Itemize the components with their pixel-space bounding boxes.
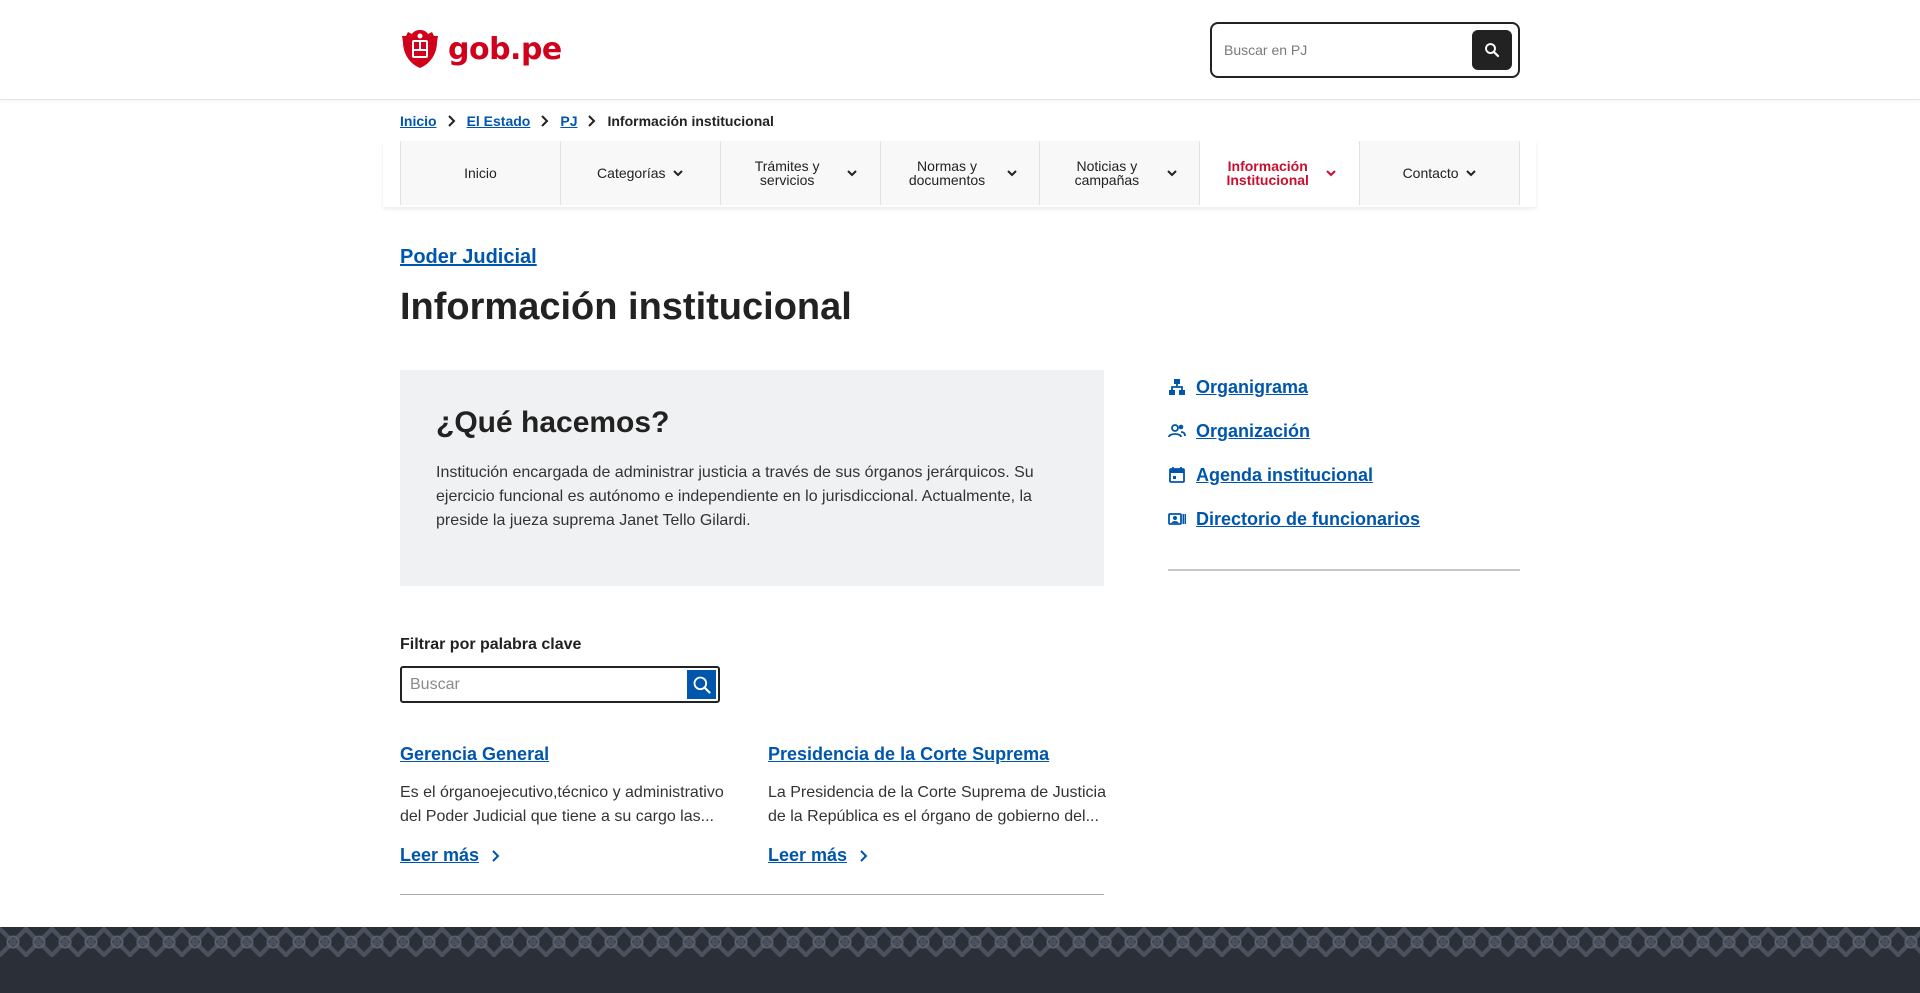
card-text: Institución encargada de administrar jus… xyxy=(436,464,1034,529)
nav-item-label: Información Institucional xyxy=(1226,158,1309,188)
chevron-right-icon xyxy=(492,849,500,862)
chevron-right-icon xyxy=(437,115,467,127)
result-title[interactable]: Gerencia General xyxy=(400,744,740,765)
result-title[interactable]: Presidencia de la Corte Suprema xyxy=(768,744,1108,765)
calendar-icon xyxy=(1169,467,1185,483)
chevron-down-icon xyxy=(1326,170,1336,177)
nav-item-label: Trámites y servicios xyxy=(754,158,820,188)
breadcrumb-inicio[interactable]: Inicio xyxy=(400,113,437,129)
card-title: ¿Qué hacemos? xyxy=(436,406,670,439)
side-link-label[interactable]: Directorio de funcionarios xyxy=(1196,509,1420,530)
logo-text: gob.pe xyxy=(448,31,562,67)
peru-coat-of-arms-icon xyxy=(402,30,438,68)
nav-item-label: Contacto xyxy=(1402,165,1459,181)
main-nav: Inicio Categorías Trámites y servicios N… xyxy=(383,141,1536,207)
side-link-directorio[interactable]: Directorio de funcionarios xyxy=(1168,506,1420,532)
nav-item-noticias[interactable]: Noticias y campañas xyxy=(1040,141,1201,205)
side-link-label[interactable]: Organización xyxy=(1196,421,1310,442)
contact-card-icon xyxy=(1168,513,1186,525)
side-link-organizacion[interactable]: Organización xyxy=(1168,418,1310,444)
gob-pe-logo[interactable]: gob.pe xyxy=(400,28,562,70)
parent-institution-link[interactable]: Poder Judicial xyxy=(400,246,537,269)
nav-item-label: Inicio xyxy=(464,165,497,181)
read-more-label[interactable]: Leer más xyxy=(768,845,847,866)
chevron-down-icon xyxy=(1007,170,1017,177)
nav-item-label: Categorías xyxy=(597,165,666,181)
nav-item-contacto[interactable]: Contacto xyxy=(1360,141,1521,205)
site-footer xyxy=(0,957,1920,993)
breadcrumb-current: Información institucional xyxy=(607,113,774,129)
filter-label: Filtrar por palabra clave xyxy=(400,636,582,653)
site-header: gob.pe xyxy=(0,0,1920,100)
chevron-down-icon xyxy=(672,170,683,177)
breadcrumb-pj[interactable]: PJ xyxy=(560,113,577,129)
results-list: Gerencia General Es el órganoejecutivo,t… xyxy=(400,744,1106,895)
page-title: Información institucional xyxy=(400,286,852,328)
footer-pattern-band xyxy=(0,927,1920,957)
read-more-link[interactable]: Leer más xyxy=(768,845,1108,866)
site-search-input[interactable] xyxy=(1224,38,1454,62)
nav-item-categorias[interactable]: Categorías xyxy=(560,141,721,205)
filter-search-button[interactable] xyxy=(687,670,716,699)
nav-item-informacion-institucional[interactable]: Información Institucional xyxy=(1200,141,1361,205)
site-search xyxy=(1210,22,1520,78)
result-description: Es el órganoejecutivo,técnico y administ… xyxy=(400,784,724,825)
people-icon xyxy=(1168,424,1186,438)
nav-item-inicio[interactable]: Inicio xyxy=(401,141,561,205)
filter-search-input[interactable] xyxy=(410,675,670,695)
side-link-label[interactable]: Agenda institucional xyxy=(1196,465,1373,486)
chevron-right-icon xyxy=(530,115,560,127)
chevron-right-icon xyxy=(577,115,607,127)
read-more-link[interactable]: Leer más xyxy=(400,845,740,866)
side-links: Organigrama Organización Agenda instituc… xyxy=(1168,370,1520,571)
side-link-label[interactable]: Organigrama xyxy=(1196,377,1308,398)
chevron-down-icon xyxy=(1167,170,1177,177)
list-item: Presidencia de la Corte Suprema La Presi… xyxy=(768,744,1108,866)
side-link-organigrama[interactable]: Organigrama xyxy=(1168,374,1308,400)
breadcrumb-el-estado[interactable]: El Estado xyxy=(467,113,531,129)
side-link-agenda[interactable]: Agenda institucional xyxy=(1168,462,1373,488)
nav-item-tramites[interactable]: Trámites y servicios xyxy=(720,141,881,205)
nav-item-label: Noticias y campañas xyxy=(1074,158,1140,188)
chevron-down-icon xyxy=(847,170,857,177)
chevron-down-icon xyxy=(1465,170,1476,177)
read-more-label[interactable]: Leer más xyxy=(400,845,479,866)
list-item: Gerencia General Es el órganoejecutivo,t… xyxy=(400,744,740,866)
filter-search xyxy=(400,666,720,703)
search-icon xyxy=(693,676,711,694)
breadcrumb: Inicio El Estado PJ Información instituc… xyxy=(400,112,774,130)
chevron-right-icon xyxy=(860,849,868,862)
site-search-button[interactable] xyxy=(1472,30,1512,70)
nav-item-label: Normas y documentos xyxy=(908,158,986,188)
nav-item-normas[interactable]: Normas y documentos xyxy=(880,141,1041,205)
result-description: La Presidencia de la Corte Suprema de Ju… xyxy=(768,784,1106,825)
what-we-do-card: ¿Qué hacemos? Institución encargada de a… xyxy=(400,370,1104,586)
org-chart-icon xyxy=(1169,379,1185,395)
search-icon xyxy=(1485,43,1500,58)
